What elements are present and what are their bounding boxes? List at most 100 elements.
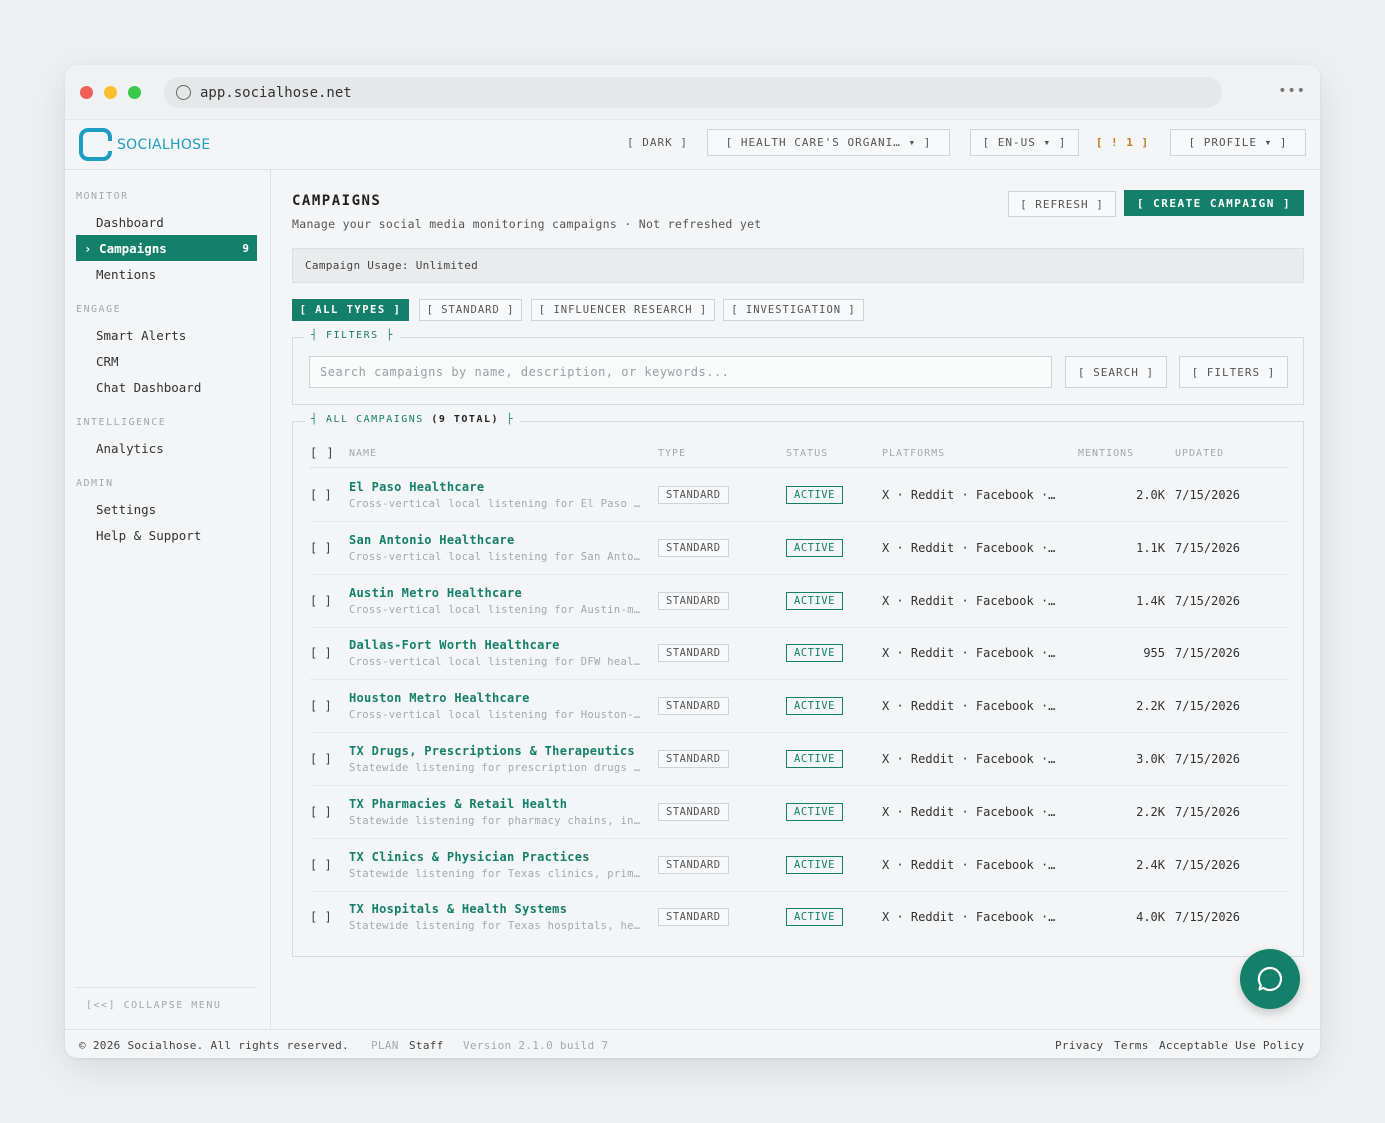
table-row[interactable]: [ ] Houston Metro Healthcare Cross-vertica… [310,680,1288,734]
sidebar-item-campaigns[interactable]: › Campaigns 9 [76,235,257,261]
row-checkbox[interactable]: [ ] [310,594,332,608]
table-row[interactable]: [ ] Austin Metro Healthcare Cross-vertical… [310,575,1288,628]
platforms-list: X · Reddit · Facebook ·… [882,540,1056,555]
platforms-list: X · Reddit · Facebook ·… [882,699,1056,714]
campaign-usage-banner: Campaign Usage: Unlimited [292,248,1304,283]
sidebar-item-smart-alerts[interactable]: Smart Alerts [76,322,257,348]
more-horizontal-icon[interactable]: ••• [1278,83,1306,99]
sidebar: MONITOR Dashboard › Campaigns 9 Mentions … [65,170,271,1029]
create-campaign-button[interactable]: [ CREATE CAMPAIGN ] [1124,190,1304,216]
updated-date: 7/15/2026 [1175,699,1241,714]
language-select[interactable]: [ EN-US ▾ ] [970,129,1079,156]
table-row[interactable]: [ ] TX Clinics & Physician Practices State… [310,839,1288,892]
updated-date: 7/15/2026 [1175,593,1241,608]
type-badge: STANDARD [658,855,729,874]
sidebar-item-label: Settings [96,501,157,517]
campaign-name-link[interactable]: San Antonio Healthcare [349,533,515,547]
sidebar-item-help-support[interactable]: Help & Support [76,522,257,548]
legend-prefix: ┤ ALL CAMPAIGNS [311,414,432,425]
footer-link-terms[interactable]: Terms [1114,1039,1149,1052]
campaign-description: Cross-vertical local listening for El Pa… [349,498,646,510]
footer-copyright: © 2026 Socialhose. All rights reserved. [79,1039,349,1052]
chat-button[interactable] [1240,949,1300,1009]
table-row[interactable]: [ ] TX Drugs, Prescriptions & Therapeutic… [310,733,1288,786]
tab-influencer-research[interactable]: [ INFLUENCER RESEARCH ] [531,299,715,321]
footer-version: Version 2.1.0 build 7 [463,1039,609,1052]
table-row[interactable]: [ ] TX Pharmacies & Retail Health Statewid… [310,786,1288,839]
column-mentions[interactable]: MENTIONS [1078,448,1134,459]
sidebar-item-crm[interactable]: CRM [76,348,257,374]
sidebar-item-label: Mentions [96,266,157,282]
campaign-name-link[interactable]: TX Hospitals & Health Systems [349,902,567,916]
campaign-name-link[interactable]: El Paso Healthcare [349,480,484,494]
tab-investigation[interactable]: [ INVESTIGATION ] [723,299,864,321]
campaign-name-link[interactable]: TX Pharmacies & Retail Health [349,797,567,811]
app-header: SOCIALHOSE [ DARK ] [ HEALTH CARE'S ORGA… [65,120,1320,170]
campaign-description: Cross-vertical local listening for Austi… [349,603,646,616]
row-checkbox[interactable]: [ ] [310,858,332,872]
table-row[interactable]: [ ] TX Hospitals & Health Systems Statewid… [310,891,1288,944]
type-badge: STANDARD [658,486,729,504]
campaign-description: Statewide listening for Texas clinics, p… [349,867,646,880]
row-checkbox[interactable]: [ ] [310,805,332,819]
select-all-checkbox[interactable]: [ ] [310,446,335,460]
filters-legend: ┤ FILTERS ├ [305,330,400,341]
campaign-description: Cross-vertical local listening for DFW h… [349,656,646,669]
campaigns-table-panel: ┤ ALL CAMPAIGNS (9 TOTAL) ├ [ ] NAME TYP… [292,414,1304,957]
search-button[interactable]: [ SEARCH ] [1065,356,1167,388]
mentions-count: 4.0K [1136,910,1165,925]
maximize-window-button[interactable] [128,86,141,99]
campaign-name-link[interactable]: Austin Metro Healthcare [349,586,522,600]
sidebar-item-mentions[interactable]: Mentions [76,261,257,287]
tab-all-types[interactable]: [ ALL TYPES ] [292,299,409,321]
updated-date: 7/15/2026 [1175,540,1241,555]
logo-text: SOCIALHOSE [117,136,211,153]
close-window-button[interactable] [80,86,93,99]
row-checkbox[interactable]: [ ] [310,699,332,713]
sidebar-item-settings[interactable]: Settings [76,496,257,522]
table-row[interactable]: [ ] Dallas-Fort Worth Healthcare Cross-ver… [310,627,1288,681]
type-badge: STANDARD [658,644,729,663]
row-checkbox[interactable]: [ ] [310,646,332,660]
campaigns-legend: ┤ ALL CAMPAIGNS (9 TOTAL) ├ [305,414,521,425]
row-checkbox[interactable]: [ ] [310,910,332,924]
row-checkbox[interactable]: [ ] [310,541,332,555]
socialhose-logo-icon [79,128,113,161]
search-input[interactable]: Search campaigns by name, description, o… [309,356,1052,388]
column-status[interactable]: STATUS [786,448,828,459]
campaign-name-link[interactable]: Houston Metro Healthcare [349,691,530,705]
column-platforms[interactable]: PLATFORMS [882,448,945,459]
alerts-button[interactable]: [ ! 1 ] [1095,129,1150,156]
profile-menu[interactable]: [ PROFILE ▾ ] [1170,129,1306,156]
campaign-name-link[interactable]: Dallas-Fort Worth Healthcare [349,638,560,652]
status-badge: ACTIVE [786,486,843,504]
footer-link-acceptable-use[interactable]: Acceptable Use Policy [1159,1039,1304,1052]
globe-icon [176,85,191,100]
sidebar-item-chat-dashboard[interactable]: Chat Dashboard [76,374,257,400]
tab-standard[interactable]: [ STANDARD ] [419,299,522,321]
column-type[interactable]: TYPE [658,448,686,459]
table-row[interactable]: [ ] El Paso Healthcare Cross-vertical loca… [310,469,1288,522]
minimize-window-button[interactable] [104,86,117,99]
sidebar-item-label: Dashboard [96,214,164,230]
type-badge: STANDARD [658,908,729,927]
refresh-button[interactable]: [ REFRESH ] [1008,191,1116,217]
mentions-count: 2.2K [1136,699,1165,714]
address-bar[interactable]: app.socialhose.net [164,77,1222,108]
column-name[interactable]: NAME [349,448,377,459]
row-checkbox[interactable]: [ ] [310,488,332,502]
footer-link-privacy[interactable]: Privacy [1055,1039,1103,1052]
dark-mode-toggle[interactable]: [ DARK ] [625,129,690,156]
row-checkbox[interactable]: [ ] [310,752,332,766]
organization-select[interactable]: [ HEALTH CARE'S ORGANI… ▾ ] [707,129,950,156]
collapse-menu-button[interactable]: [<<] COLLAPSE MENU [76,987,257,1011]
sidebar-item-analytics[interactable]: Analytics [76,435,257,461]
campaign-name-link[interactable]: TX Clinics & Physician Practices [349,850,590,864]
footer: © 2026 Socialhose. All rights reserved. … [65,1029,1320,1058]
campaign-name-link[interactable]: TX Drugs, Prescriptions & Therapeutics [349,744,635,758]
logo[interactable]: SOCIALHOSE [79,128,210,161]
sidebar-item-dashboard[interactable]: Dashboard [76,209,257,235]
table-row[interactable]: [ ] San Antonio Healthcare Cross-vertical … [310,522,1288,575]
filters-button[interactable]: [ FILTERS ] [1179,356,1288,388]
column-updated[interactable]: UPDATED [1175,448,1224,459]
